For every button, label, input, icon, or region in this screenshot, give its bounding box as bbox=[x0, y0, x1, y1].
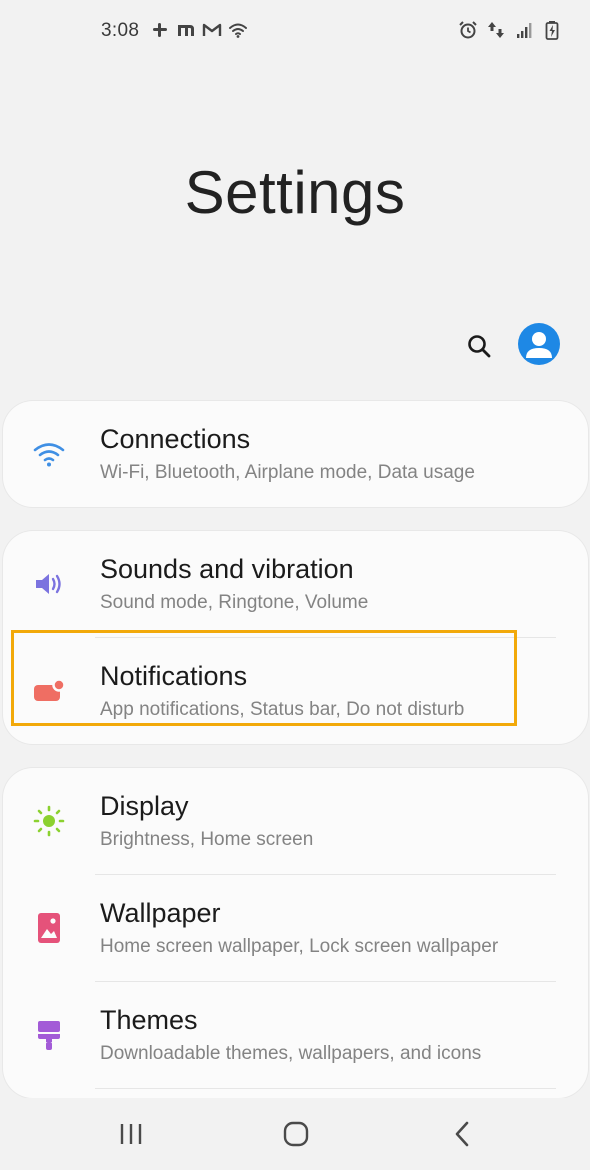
search-icon bbox=[468, 335, 491, 358]
notifications-highlight-box bbox=[11, 630, 517, 726]
settings-group-connections: Connections Wi-Fi, Bluetooth, Airplane m… bbox=[3, 401, 588, 507]
settings-item-title: Wallpaper bbox=[100, 898, 221, 928]
recent-apps-icon bbox=[120, 1124, 142, 1144]
brightness-icon bbox=[30, 802, 68, 840]
wifi-icon bbox=[229, 23, 247, 38]
settings-item-subtitle: Sound mode, Ringtone, Volume bbox=[100, 592, 369, 613]
account-avatar-button[interactable] bbox=[518, 323, 560, 365]
status-notification-icons bbox=[150, 20, 248, 40]
navigation-bar bbox=[0, 1098, 590, 1170]
settings-item-title: Connections bbox=[100, 424, 251, 454]
settings-item-sounds-and-vibration[interactable]: Sounds and vibration Sound mode, Rington… bbox=[3, 531, 588, 638]
settings-item-subtitle: Home screen wallpaper, Lock screen wallp… bbox=[100, 936, 499, 957]
home-icon bbox=[283, 1121, 309, 1147]
alarm-icon bbox=[459, 21, 477, 39]
volume-icon bbox=[30, 565, 68, 603]
settings-item-subtitle: Downloadable themes, wallpapers, and ico… bbox=[100, 1043, 482, 1064]
settings-item-title: Display bbox=[100, 791, 189, 821]
themes-icon bbox=[30, 1016, 68, 1054]
battery-icon bbox=[545, 21, 559, 40]
home-button[interactable] bbox=[276, 1116, 316, 1152]
account-avatar-icon bbox=[526, 332, 552, 358]
recent-apps-button[interactable] bbox=[111, 1116, 151, 1152]
settings-item-title: Themes bbox=[100, 1005, 198, 1035]
search-button[interactable] bbox=[462, 329, 496, 363]
settings-item-subtitle: Wi-Fi, Bluetooth, Airplane mode, Data us… bbox=[100, 462, 475, 483]
signal-icon bbox=[517, 23, 532, 38]
settings-item-themes[interactable]: Themes Downloadable themes, wallpapers, … bbox=[3, 982, 588, 1089]
status-system-icons bbox=[458, 20, 562, 40]
slack-icon bbox=[153, 23, 167, 37]
settings-item-title: Sounds and vibration bbox=[100, 554, 354, 584]
data-transfer-icon bbox=[488, 22, 504, 38]
wallpaper-icon bbox=[30, 909, 68, 947]
gmail-icon bbox=[202, 23, 222, 36]
wifi-icon bbox=[30, 435, 68, 473]
settings-item-subtitle: Brightness, Home screen bbox=[100, 829, 314, 850]
status-bar: 3:08 bbox=[0, 0, 590, 62]
settings-item-display[interactable]: Display Brightness, Home screen bbox=[3, 768, 588, 875]
back-icon bbox=[455, 1121, 469, 1147]
back-button[interactable] bbox=[442, 1116, 482, 1152]
divider bbox=[95, 1088, 556, 1089]
settings-item-wallpaper[interactable]: Wallpaper Home screen wallpaper, Lock sc… bbox=[3, 875, 588, 982]
page-title: Settings bbox=[184, 159, 406, 226]
settings-group-display: Display Brightness, Home screen Wallpape… bbox=[3, 768, 588, 1098]
settings-item-connections[interactable]: Connections Wi-Fi, Bluetooth, Airplane m… bbox=[3, 401, 588, 508]
m-app-icon bbox=[178, 25, 194, 36]
status-time: 3:08 bbox=[101, 20, 140, 41]
